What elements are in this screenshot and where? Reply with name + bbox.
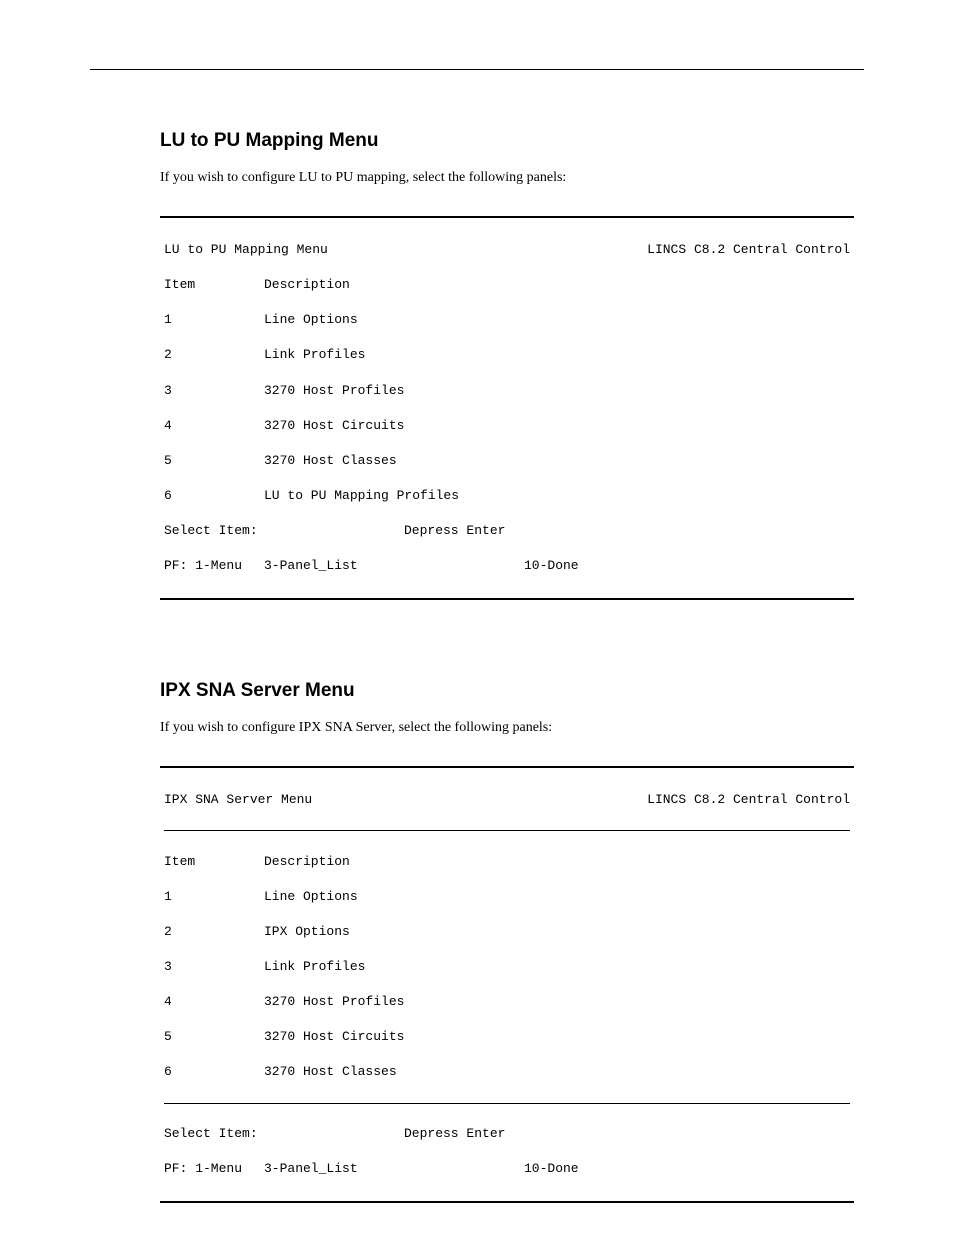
item-num: 4 [164,417,264,435]
select-label: Select Item: [164,1125,404,1143]
menu-row[interactable]: 53270 Host Circuits [164,1028,850,1046]
terminal-panel-ipx: IPX SNA Server Menu LINCS C8.2 Central Co… [160,766,854,1204]
item-desc: LU to PU Mapping Profiles [264,487,459,505]
select-action: Depress Enter [404,1125,505,1143]
panel-title-left: LU to PU Mapping Menu [164,241,328,259]
menu-row[interactable]: 43270 Host Profiles [164,993,850,1011]
pf-panel-list[interactable]: 3-Panel_List [264,557,524,575]
menu-row[interactable]: 33270 Host Profiles [164,382,850,400]
menu-row[interactable]: 1Line Options [164,311,850,329]
terminal-panel-lu-pu: LU to PU Mapping Menu LINCS C8.2 Central … [160,216,854,600]
pf-menu[interactable]: PF: 1-Menu [164,1160,264,1178]
item-num: 5 [164,1028,264,1046]
item-desc: 3270 Host Classes [264,1063,397,1081]
panel-title-row: IPX SNA Server Menu LINCS C8.2 Central Co… [164,791,850,809]
intro-text-lu-pu: If you wish to configure LU to PU mappin… [160,168,864,188]
pf-done[interactable]: 10-Done [524,1160,579,1178]
item-desc: Link Profiles [264,346,365,364]
select-label: Select Item: [164,522,404,540]
item-desc: 3270 Host Profiles [264,993,404,1011]
menu-row[interactable]: 1Line Options [164,888,850,906]
panel-title-right: LINCS C8.2 Central Control [647,791,850,809]
header-row: ItemDescription [164,276,850,294]
panel-title-left: IPX SNA Server Menu [164,791,312,809]
menu-row[interactable]: 63270 Host Classes [164,1063,850,1081]
item-num: 1 [164,311,264,329]
divider [164,830,850,831]
item-desc: 3270 Host Circuits [264,417,404,435]
menu-row[interactable]: 2IPX Options [164,923,850,941]
page-header [90,50,864,70]
select-action: Depress Enter [404,522,505,540]
header-desc: Description [264,276,350,294]
item-num: 1 [164,888,264,906]
header-row: ItemDescription [164,853,850,871]
item-desc: 3270 Host Profiles [264,382,404,400]
header-item: Item [164,276,264,294]
header-item: Item [164,853,264,871]
menu-row[interactable]: 6LU to PU Mapping Profiles [164,487,850,505]
item-num: 5 [164,452,264,470]
spacer [90,600,864,680]
panel-title-right: LINCS C8.2 Central Control [647,241,850,259]
panel-title-row: LU to PU Mapping Menu LINCS C8.2 Central … [164,241,850,259]
header-desc: Description [264,853,350,871]
item-desc: Link Profiles [264,958,365,976]
item-num: 3 [164,958,264,976]
divider [164,1103,850,1104]
item-num: 4 [164,993,264,1011]
pf-panel-list[interactable]: 3-Panel_List [264,1160,524,1178]
item-num: 2 [164,346,264,364]
intro-text-ipx: If you wish to configure IPX SNA Server,… [160,718,864,738]
pf-row: PF: 1-Menu3-Panel_List10-Done [164,1160,850,1178]
item-num: 6 [164,1063,264,1081]
item-desc: Line Options [264,311,358,329]
item-desc: 3270 Host Circuits [264,1028,404,1046]
menu-row[interactable]: 43270 Host Circuits [164,417,850,435]
pf-row: PF: 1-Menu3-Panel_List10-Done [164,557,850,575]
menu-row[interactable]: 2Link Profiles [164,346,850,364]
select-row: Select Item:Depress Enter [164,522,850,540]
pf-menu[interactable]: PF: 1-Menu [164,557,264,575]
item-desc: 3270 Host Classes [264,452,397,470]
item-num: 6 [164,487,264,505]
section-title-lu-pu: LU to PU Mapping Menu [160,130,864,152]
item-desc: Line Options [264,888,358,906]
section-title-ipx: IPX SNA Server Menu [160,680,864,702]
item-num: 2 [164,923,264,941]
pf-done[interactable]: 10-Done [524,557,579,575]
menu-row[interactable]: 3Link Profiles [164,958,850,976]
select-row: Select Item:Depress Enter [164,1125,850,1143]
item-num: 3 [164,382,264,400]
menu-row[interactable]: 53270 Host Classes [164,452,850,470]
item-desc: IPX Options [264,923,350,941]
